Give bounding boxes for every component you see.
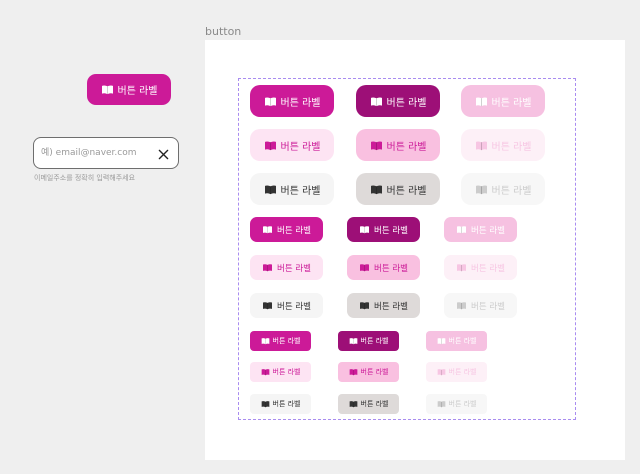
button-label: 버튼 라벨 xyxy=(386,185,427,197)
large-gray-default-button[interactable]: 버튼 라벨 xyxy=(250,173,334,205)
book-icon xyxy=(262,301,273,310)
button-label: 버튼 라벨 xyxy=(280,97,321,109)
book-icon xyxy=(264,184,277,195)
button-label: 버튼 라벨 xyxy=(491,97,532,109)
button-label: 버튼 라벨 xyxy=(277,301,311,312)
frame-label: button xyxy=(205,25,242,38)
button-label: 버튼 라벨 xyxy=(374,225,408,236)
button-label: 버튼 라벨 xyxy=(386,97,427,109)
close-icon[interactable] xyxy=(156,147,170,161)
book-icon xyxy=(370,184,383,195)
email-field-container xyxy=(33,137,179,169)
small-tint-pressed-button[interactable]: 버튼 라벨 xyxy=(338,362,399,382)
button-label: 버튼 라벨 xyxy=(272,368,301,376)
medium-solid-default-button[interactable]: 버튼 라벨 xyxy=(250,217,323,242)
medium-solid-pressed-button[interactable]: 버튼 라벨 xyxy=(347,217,420,242)
small-gray-disabled-button: 버튼 라벨 xyxy=(426,394,487,414)
email-field[interactable] xyxy=(41,145,153,161)
button-label: 버튼 라벨 xyxy=(491,185,532,197)
large-solid-pressed-button[interactable]: 버튼 라벨 xyxy=(356,85,440,117)
medium-tint-disabled-button: 버튼 라벨 xyxy=(444,255,517,280)
medium-tint-pressed-button[interactable]: 버튼 라벨 xyxy=(347,255,420,280)
large-gray-disabled-button: 버튼 라벨 xyxy=(461,173,545,205)
book-icon xyxy=(349,337,358,345)
button-label: 버튼 라벨 xyxy=(360,368,389,376)
book-icon xyxy=(359,301,370,310)
button-label: 버튼 라벨 xyxy=(277,225,311,236)
large-solid-default-button[interactable]: 버튼 라벨 xyxy=(250,85,334,117)
button-label: 버튼 라벨 xyxy=(374,263,408,274)
book-icon xyxy=(437,337,446,345)
book-icon xyxy=(475,96,488,107)
book-icon xyxy=(349,368,358,376)
book-icon xyxy=(370,140,383,151)
button-label: 버튼 라벨 xyxy=(471,225,505,236)
medium-solid-disabled-button: 버튼 라벨 xyxy=(444,217,517,242)
book-icon xyxy=(475,184,488,195)
large-gray-pressed-button[interactable]: 버튼 라벨 xyxy=(356,173,440,205)
book-icon xyxy=(359,225,370,234)
button-label: 버튼 라벨 xyxy=(280,141,321,153)
book-icon xyxy=(261,368,270,376)
button-label: 버튼 라벨 xyxy=(448,337,477,345)
book-icon xyxy=(456,263,467,272)
book-icon xyxy=(264,96,277,107)
small-gray-pressed-button[interactable]: 버튼 라벨 xyxy=(338,394,399,414)
medium-tint-default-button[interactable]: 버튼 라벨 xyxy=(250,255,323,280)
button-label: 버튼 라벨 xyxy=(277,263,311,274)
book-icon xyxy=(437,368,446,376)
small-gray-default-button[interactable]: 버튼 라벨 xyxy=(250,394,311,414)
book-icon xyxy=(349,400,358,408)
small-tint-disabled-button: 버튼 라벨 xyxy=(426,362,487,382)
button-label: 버튼 라벨 xyxy=(117,86,158,97)
button-label: 버튼 라벨 xyxy=(448,368,477,376)
button-label: 버튼 라벨 xyxy=(471,301,505,312)
book-icon xyxy=(456,225,467,234)
standalone-button[interactable]: 버튼 라벨 xyxy=(87,74,171,105)
large-tint-disabled-button: 버튼 라벨 xyxy=(461,129,545,161)
book-icon xyxy=(261,337,270,345)
medium-gray-default-button[interactable]: 버튼 라벨 xyxy=(250,293,323,318)
book-icon xyxy=(101,84,114,95)
button-label: 버튼 라벨 xyxy=(471,263,505,274)
book-icon xyxy=(262,263,273,272)
small-tint-default-button[interactable]: 버튼 라벨 xyxy=(250,362,311,382)
book-icon xyxy=(262,225,273,234)
button-label: 버튼 라벨 xyxy=(491,141,532,153)
book-icon xyxy=(264,140,277,151)
small-solid-pressed-button[interactable]: 버튼 라벨 xyxy=(338,331,399,351)
book-icon xyxy=(475,140,488,151)
book-icon xyxy=(437,400,446,408)
button-label: 버튼 라벨 xyxy=(272,337,301,345)
small-solid-default-button[interactable]: 버튼 라벨 xyxy=(250,331,311,351)
small-solid-disabled-button: 버튼 라벨 xyxy=(426,331,487,351)
medium-gray-disabled-button: 버튼 라벨 xyxy=(444,293,517,318)
button-label: 버튼 라벨 xyxy=(360,337,389,345)
large-solid-disabled-button: 버튼 라벨 xyxy=(461,85,545,117)
large-tint-default-button[interactable]: 버튼 라벨 xyxy=(250,129,334,161)
button-label: 버튼 라벨 xyxy=(448,400,477,408)
button-label: 버튼 라벨 xyxy=(360,400,389,408)
email-helper-text: 이메일주소를 정확히 입력해주세요 xyxy=(34,174,136,182)
button-label: 버튼 라벨 xyxy=(386,141,427,153)
book-icon xyxy=(456,301,467,310)
button-label: 버튼 라벨 xyxy=(280,185,321,197)
button-label: 버튼 라벨 xyxy=(374,301,408,312)
book-icon xyxy=(359,263,370,272)
book-icon xyxy=(261,400,270,408)
large-tint-pressed-button[interactable]: 버튼 라벨 xyxy=(356,129,440,161)
book-icon xyxy=(370,96,383,107)
button-label: 버튼 라벨 xyxy=(272,400,301,408)
medium-gray-pressed-button[interactable]: 버튼 라벨 xyxy=(347,293,420,318)
